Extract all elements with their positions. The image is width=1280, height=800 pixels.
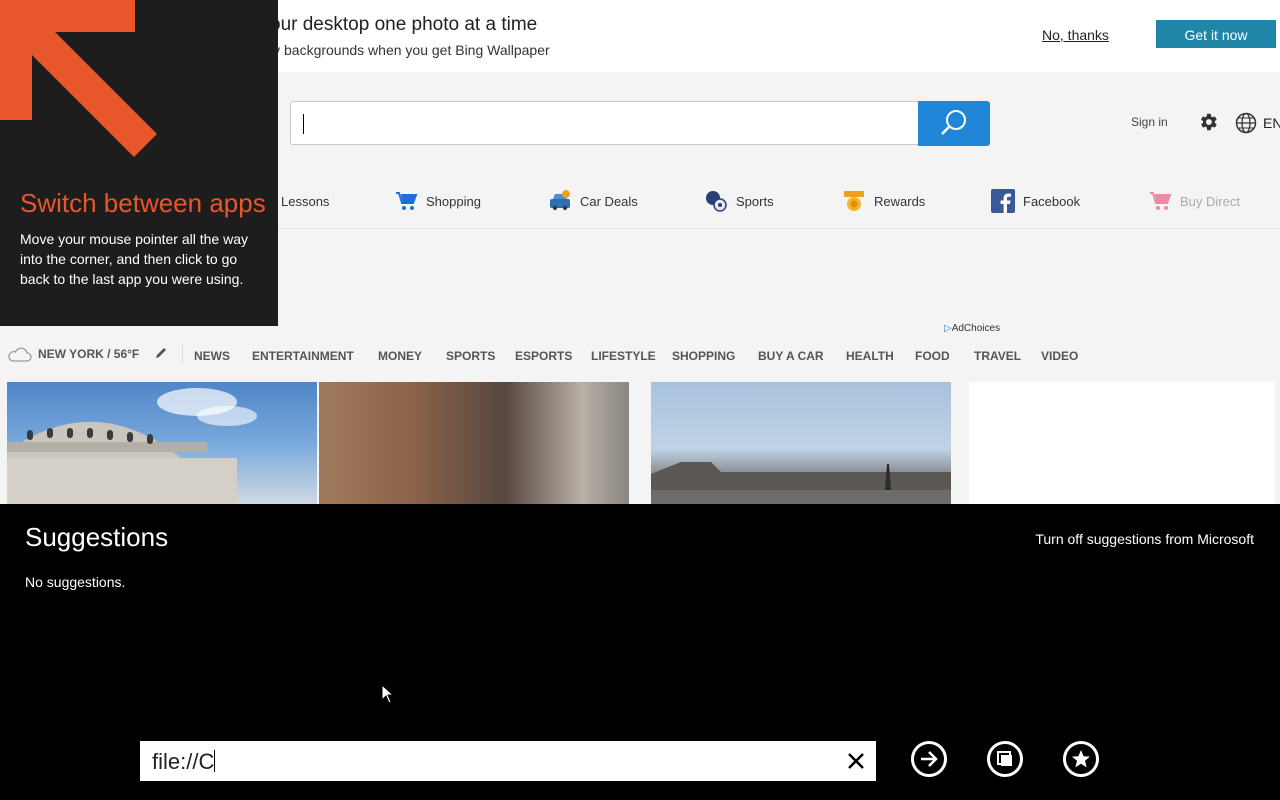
divider	[182, 344, 183, 364]
promo-subtitle: ly backgrounds when you get Bing Wallpap…	[270, 42, 550, 58]
address-bar-text: file://C	[152, 749, 216, 775]
text-caret	[303, 114, 304, 134]
ad-choices-link[interactable]: ▷AdChoices	[944, 323, 1000, 334]
cloud-icon	[8, 347, 32, 362]
no-suggestions-text: No suggestions.	[25, 574, 126, 590]
search-button[interactable]	[918, 101, 990, 146]
facebook-icon	[991, 189, 1015, 213]
quick-link-label: Rewards	[874, 193, 926, 209]
nav-health[interactable]: HEALTH	[846, 349, 894, 363]
quick-link-shopping[interactable]: Shopping	[394, 184, 481, 218]
quick-link-car-deals[interactable]: Car Deals	[548, 184, 638, 218]
edit-pencil-icon[interactable]	[154, 346, 168, 360]
quick-link-lessons[interactable]: Lessons	[281, 184, 329, 218]
switch-apps-tip: Switch between apps Move your mouse poin…	[0, 0, 278, 326]
quick-link-buy-direct[interactable]: Buy Direct	[1148, 184, 1240, 218]
quick-link-label: Shopping	[426, 193, 481, 209]
sign-in-link[interactable]: Sign in	[1131, 115, 1168, 129]
quick-link-label: Facebook	[1023, 193, 1081, 209]
search-input[interactable]	[290, 101, 918, 145]
quick-link-label: Sports	[736, 193, 774, 209]
arrow-up-left-icon	[0, 0, 157, 157]
address-value: file://C	[152, 749, 215, 774]
car-icon	[550, 190, 570, 210]
tabs-button[interactable]	[987, 741, 1023, 777]
promo-title: our desktop one photo at a time	[270, 14, 538, 35]
ad-choices-icon: ▷	[944, 323, 952, 334]
shopping-cart-icon	[1150, 192, 1172, 210]
suggestions-panel: Suggestions Turn off suggestions from Mi…	[0, 504, 1280, 800]
weather-text: NEW YORK / 56°F	[38, 347, 140, 361]
no-thanks-link[interactable]: No, thanks	[1042, 27, 1109, 43]
news-image-landscape[interactable]	[651, 382, 951, 504]
tip-body: Move your mouse pointer all the way into…	[20, 231, 248, 287]
gear-icon[interactable]	[1197, 111, 1219, 138]
nav-travel[interactable]: TRAVEL	[974, 349, 1021, 363]
sports-ball-icon	[706, 191, 727, 212]
close-icon[interactable]	[846, 751, 866, 771]
nav-shopping[interactable]: SHOPPING	[672, 349, 735, 363]
quick-link-label: Car Deals	[580, 193, 638, 209]
nav-entertainment[interactable]: ENTERTAINMENT	[252, 349, 354, 363]
nav-lifestyle[interactable]: LIFESTYLE	[591, 349, 656, 363]
nav-sports[interactable]: SPORTS	[446, 349, 495, 363]
text-caret	[214, 750, 216, 772]
language-label[interactable]: EN	[1263, 115, 1280, 131]
nav-food[interactable]: FOOD	[915, 349, 950, 363]
nav-money[interactable]: MONEY	[378, 349, 422, 363]
nav-buy-a-car[interactable]: BUY A CAR	[758, 349, 824, 363]
quick-link-label: Buy Direct	[1180, 193, 1240, 209]
quick-link-label: Lessons	[281, 193, 330, 209]
address-bar-input[interactable]: file://C	[140, 741, 876, 781]
nav-news[interactable]: NEWS	[194, 349, 230, 363]
capitol-dome-image	[7, 388, 257, 504]
landscape-image	[651, 462, 951, 504]
nav-esports[interactable]: ESPORTS	[515, 349, 572, 363]
shopping-cart-icon	[396, 192, 418, 210]
ad-choices-label: AdChoices	[951, 323, 1001, 334]
quick-link-sports[interactable]: Sports	[704, 184, 774, 218]
quick-link-rewards[interactable]: Rewards	[842, 184, 925, 218]
arrow-right-icon	[921, 751, 938, 767]
favorites-button[interactable]	[1063, 741, 1099, 777]
suggestions-title: Suggestions	[25, 522, 169, 552]
search-icon	[941, 110, 966, 135]
get-it-now-button[interactable]: Get it now	[1156, 20, 1276, 48]
globe-icon[interactable]	[1235, 112, 1257, 139]
tip-title: Switch between apps	[20, 188, 266, 218]
rewards-medal-icon	[844, 191, 864, 211]
tabs-icon	[997, 751, 1012, 766]
news-image-capitol[interactable]	[7, 382, 317, 504]
quick-link-facebook[interactable]: Facebook	[991, 184, 1080, 218]
ad-placeholder	[969, 382, 1275, 504]
turn-off-suggestions-link[interactable]: Turn off suggestions from Microsoft	[1035, 531, 1254, 547]
nav-video[interactable]: VIDEO	[1041, 349, 1078, 363]
news-image-people[interactable]	[319, 382, 629, 504]
go-button[interactable]	[911, 741, 947, 777]
star-icon	[1072, 750, 1090, 768]
news-navigation: NEW YORK / 56°F NEWS ENTERTAINMENT MONEY…	[0, 344, 1280, 366]
mouse-cursor-icon	[381, 684, 395, 704]
weather-location[interactable]: NEW YORK / 56°F	[6, 346, 139, 362]
